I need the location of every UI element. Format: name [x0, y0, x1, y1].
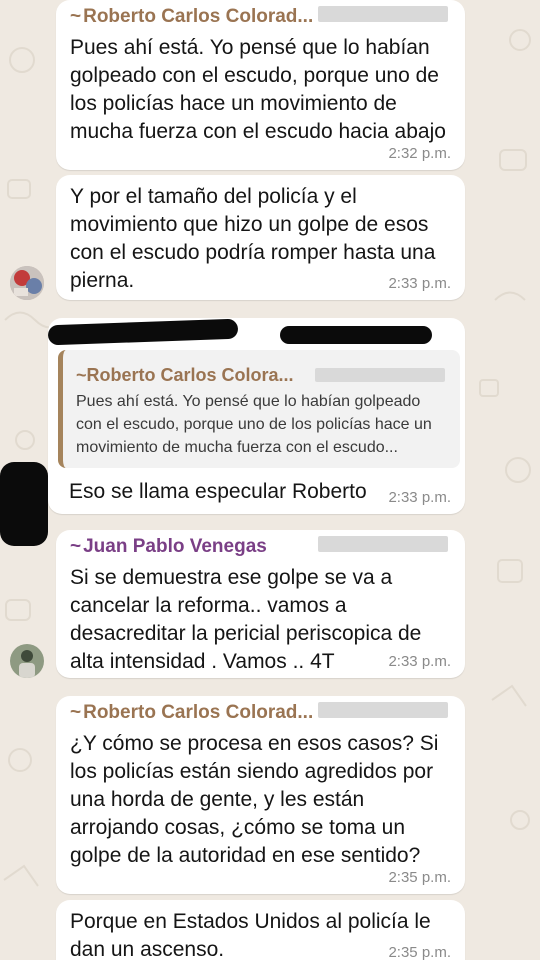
message-timestamp: 2:32 p.m. [388, 145, 451, 162]
sender-name-text: Juan Pablo Venegas [83, 536, 267, 557]
blurred-phone-number [318, 702, 448, 718]
quoted-sender-prefix: ~ [76, 365, 87, 385]
message-bubble-6[interactable]: Porque en Estados Unidos al policía le d… [56, 900, 465, 960]
quoted-text: Pues ahí está. Yo pensé que lo habían go… [76, 393, 432, 456]
message-text: Pues ahí está. Yo pensé que lo habían go… [70, 36, 446, 143]
message-timestamp: 2:33 p.m. [388, 653, 451, 670]
sender-avatar[interactable] [10, 644, 44, 678]
blurred-phone-number [318, 6, 448, 22]
message-timestamp: 2:33 p.m. [388, 489, 451, 506]
redacted-mark [47, 318, 239, 346]
message-bubble-4[interactable]: ~ Juan Pablo Venegas Si se demuestra ese … [56, 530, 465, 678]
blurred-phone-number [318, 536, 448, 552]
message-bubble-3[interactable]: ~Roberto Carlos Colora... Pues ahí está.… [47, 318, 465, 514]
avatar-photo-icon [10, 644, 44, 678]
message-timestamp: 2:35 p.m. [388, 944, 451, 960]
message-bubble-1[interactable]: ~ Roberto Carlos Colorad... Pues ahí está… [56, 0, 465, 170]
message-timestamp: 2:35 p.m. [388, 869, 451, 886]
message-bubble-5[interactable]: ~ Roberto Carlos Colorad... ¿Y cómo se pr… [56, 696, 465, 894]
sender-avatar[interactable] [10, 266, 44, 300]
avatar-photo-icon [10, 266, 44, 300]
quoted-message[interactable]: ~Roberto Carlos Colora... Pues ahí está.… [58, 350, 460, 468]
message-timestamp: 2:33 p.m. [388, 275, 451, 292]
message-text: ¿Y cómo se procesa en esos casos? Si los… [70, 732, 439, 867]
sender-prefix: ~ [70, 536, 82, 557]
sender-prefix: ~ [70, 702, 82, 723]
redacted-avatar [0, 462, 48, 546]
message-text: Eso se llama especular Roberto [69, 480, 367, 503]
sender-name-text: Roberto Carlos Colorad... [83, 6, 314, 27]
message-bubble-2[interactable]: Y por el tamaño del policía y el movimie… [56, 175, 465, 300]
sender-name-text: Roberto Carlos Colorad... [83, 702, 314, 723]
sender-prefix: ~ [70, 6, 82, 27]
blurred-phone-number [315, 368, 445, 382]
quoted-sender-text: Roberto Carlos Colora... [86, 365, 294, 385]
redacted-mark [280, 326, 432, 344]
